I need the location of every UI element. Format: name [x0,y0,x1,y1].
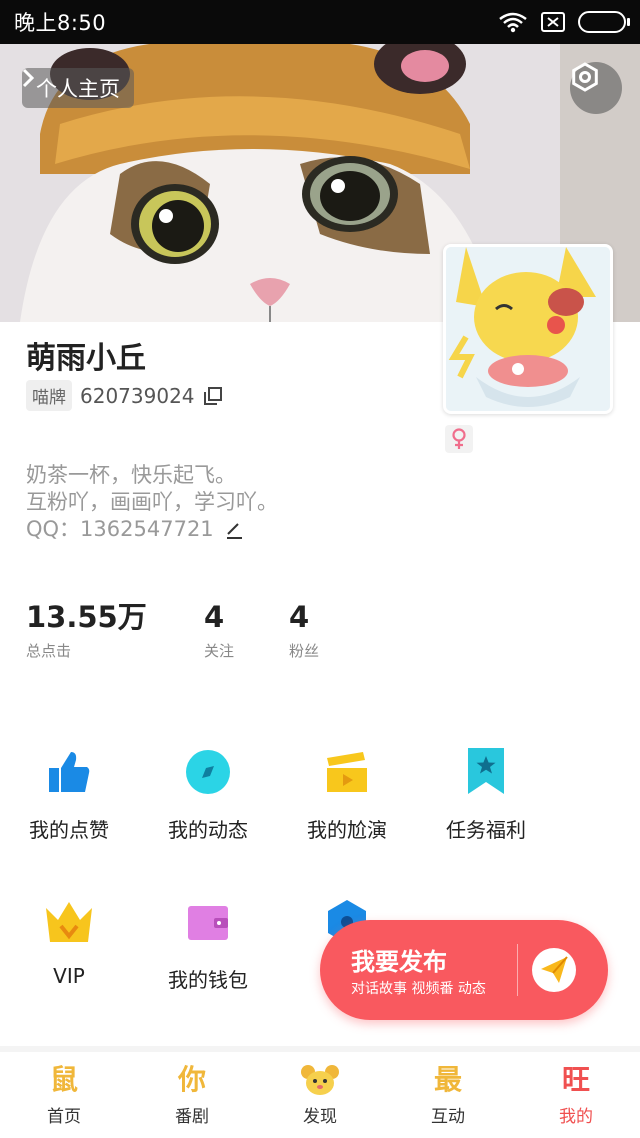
grid-my-posts[interactable]: 我的动态 [133,746,283,843]
nav-label: 互动 [431,1107,465,1127]
nav-home[interactable]: 鼠 首页 [0,1052,128,1138]
bookmark-star-icon [468,748,504,794]
stat-value: 13.55万 [26,600,147,634]
nav-anime-icon: 你 [177,1063,206,1096]
pikachu-avatar-image [446,247,610,411]
grid-label: VIP [53,964,85,988]
edit-pencil-icon[interactable] [224,520,244,540]
profile-bio[interactable]: 奶茶一杯，快乐起飞。 互粉吖，画画吖，学习吖。 QQ：1362547721 [26,462,278,543]
grid-my-acting[interactable]: 我的尬演 [272,746,422,843]
grid-my-wallet[interactable]: 我的钱包 [133,896,283,993]
bio-line-qq: QQ：1362547721 [26,516,278,543]
wallet-icon [188,906,228,940]
stat-following[interactable]: 4 关注 [204,600,234,661]
user-id-row: 喵牌 620739024 [26,380,223,411]
gender-badge [445,425,473,453]
bio-line: 互粉吖，画画吖，学习吖。 [26,490,278,514]
publish-icon-circle [532,948,576,992]
wifi-icon [499,12,527,33]
personal-homepage-label: 个人主页 [36,77,120,101]
bio-qq-text: QQ：1362547721 [26,517,214,541]
stat-value: 4 [204,600,225,634]
no-sim-icon [541,12,565,32]
grid-label: 我的点赞 [29,818,109,842]
nav-interact-icon: 最 [433,1063,462,1096]
copy-icon[interactable] [203,386,223,406]
stat-label: 粉丝 [289,642,320,660]
paper-plane-icon [541,956,568,983]
publish-title: 我要发布 [351,948,447,976]
grid-vip[interactable]: VIP [0,896,144,988]
battery-icon [578,11,630,33]
clapperboard-icon [327,752,367,792]
grid-label: 我的动态 [168,818,248,842]
stat-label: 总点击 [26,642,72,660]
nav-home-icon: 鼠 [49,1063,78,1096]
nav-label: 番剧 [175,1107,209,1127]
thumbs-up-icon [49,752,90,792]
bio-line: 奶茶一杯，快乐起飞。 [26,463,236,487]
username: 萌雨小丘 [26,341,146,376]
nav-label: 我的 [559,1107,593,1127]
chevron-right-icon [22,68,34,88]
id-tag: 喵牌 [26,380,72,411]
profile-page: 晚上8:50 个人主页 萌雨小丘 喵牌 620739024 奶茶一杯，快乐起飞。… [0,0,640,1138]
crown-icon [46,902,92,942]
personal-homepage-link[interactable]: 个人主页 [22,68,134,108]
mouse-mascot-icon [301,1065,339,1095]
stat-total-clicks[interactable]: 13.55万 总点击 [26,600,147,661]
publish-subtitle: 对话故事 视频番 动态 [351,981,486,997]
nav-discover[interactable]: 发现 [256,1052,384,1138]
avatar[interactable] [443,244,613,414]
nav-mine[interactable]: 旺 我的 [512,1052,640,1138]
grid-label: 任务福利 [446,818,526,842]
settings-hexagon-icon [572,62,598,92]
publish-button[interactable]: 我要发布 对话故事 视频番 动态 [320,920,608,1020]
stat-label: 关注 [204,642,235,660]
status-bar: 晚上8:50 [0,0,640,44]
nav-interact[interactable]: 最 互动 [384,1052,512,1138]
nav-mine-icon: 旺 [561,1063,590,1096]
compass-icon [186,750,230,794]
stat-followers[interactable]: 4 粉丝 [289,600,319,661]
grid-label: 我的钱包 [168,968,248,992]
nav-anime[interactable]: 你 番剧 [128,1052,256,1138]
user-id-number: 620739024 [80,383,195,408]
grid-label: 我的尬演 [307,818,387,842]
publish-divider [517,944,518,996]
female-icon [452,428,466,449]
settings-button[interactable] [570,62,622,114]
bottom-nav: 鼠 首页 你 番剧 发现 最 互动 旺 我的 [0,1046,640,1138]
nav-label: 发现 [303,1107,337,1127]
stat-value: 4 [289,600,310,634]
nav-label: 首页 [47,1107,81,1127]
status-time: 晚上8:50 [14,11,107,35]
grid-task-rewards[interactable]: 任务福利 [411,746,561,843]
grid-my-likes[interactable]: 我的点赞 [0,746,144,843]
